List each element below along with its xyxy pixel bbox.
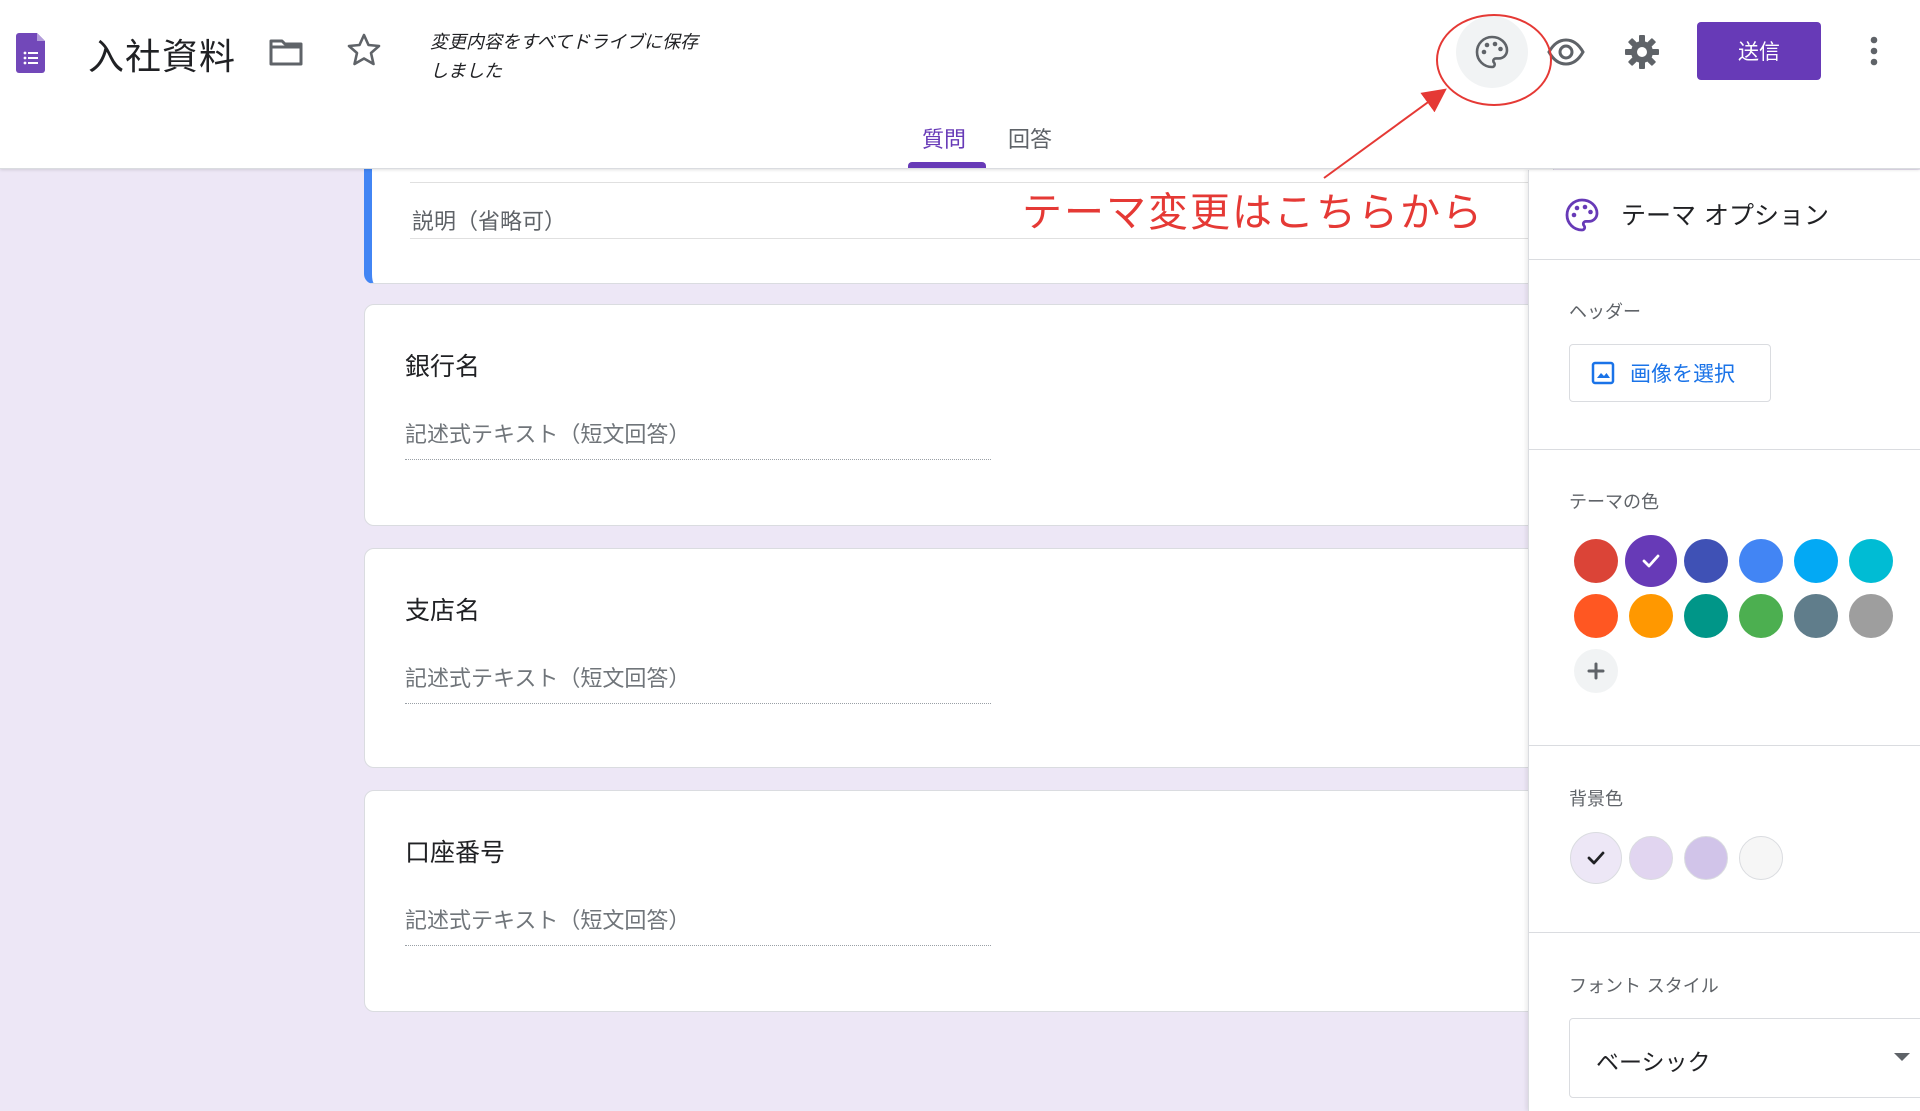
more-vert-icon [1870,36,1878,66]
background-color-swatch[interactable] [1739,836,1783,880]
short-answer-placeholder: 記述式テキスト（短文回答） [405,903,991,946]
section-divider [1529,745,1920,746]
tab-questions[interactable]: 質問 [922,122,966,154]
theme-color-swatch[interactable] [1739,594,1783,638]
font-style-select[interactable]: ベーシック [1569,1018,1920,1098]
background-color-label: 背景色 [1569,789,1623,810]
font-style-label: フォント スタイル [1569,976,1719,997]
add-custom-color-button[interactable] [1574,649,1618,693]
active-tab-indicator [908,162,986,168]
form-description-field[interactable]: 説明（省略可） [412,204,566,236]
section-divider [1529,449,1920,450]
theme-color-swatch[interactable] [1739,539,1783,583]
star-icon[interactable] [344,30,384,70]
check-icon [1587,851,1605,865]
select-image-label: 画像を選択 [1630,362,1735,386]
forms-logo-icon[interactable] [16,33,48,73]
section-divider [1529,932,1920,933]
send-button[interactable]: 送信 [1697,22,1821,80]
theme-color-swatch[interactable] [1684,594,1728,638]
dropdown-arrow-icon [1894,1053,1910,1061]
folder-icon[interactable] [266,32,306,72]
background-color-swatch[interactable] [1629,836,1673,880]
theme-color-swatch[interactable] [1625,535,1677,587]
panel-title: テーマ オプション [1621,201,1829,230]
question-card[interactable]: 銀行名 記述式テキスト（短文回答） [364,304,1554,526]
short-answer-placeholder: 記述式テキスト（短文回答） [405,661,991,704]
short-answer-placeholder: 記述式テキスト（短文回答） [405,417,991,460]
question-title[interactable]: 口座番号 [405,833,505,869]
theme-color-swatch[interactable] [1574,539,1618,583]
top-bar: 入社資料 変更内容をすべてドライブに保存しました 送信 質問 回答 [0,0,1920,169]
theme-color-swatch[interactable] [1849,594,1893,638]
theme-color-swatch[interactable] [1794,539,1838,583]
question-title[interactable]: 支店名 [405,591,480,627]
image-icon [1591,361,1615,385]
settings-button[interactable] [1606,16,1678,88]
more-options-button[interactable] [1852,22,1896,80]
theme-color-swatch[interactable] [1684,539,1728,583]
plus-icon [1587,662,1605,680]
question-card[interactable]: 支店名 記述式テキスト（短文回答） [364,548,1554,768]
background-color-swatch[interactable] [1570,832,1622,884]
gear-icon [1625,35,1659,69]
background-color-swatch[interactable] [1684,836,1728,880]
theme-options-panel: テーマ オプション ヘッダー 画像を選択 テーマの色 背景色 フォント スタイル… [1528,170,1920,1111]
theme-color-label: テーマの色 [1569,492,1659,513]
select-image-button[interactable]: 画像を選択 [1569,344,1771,402]
annotation-text: テーマ変更はこちらから [1022,190,1484,236]
palette-icon [1565,198,1599,232]
header-section-label: ヘッダー [1569,302,1641,323]
theme-color-swatch[interactable] [1574,594,1618,638]
theme-color-swatch[interactable] [1849,539,1893,583]
eye-icon [1547,38,1585,66]
question-card[interactable]: 口座番号 記述式テキスト（短文回答） [364,790,1554,1012]
annotation-highlight-circle [1436,14,1552,106]
document-title[interactable]: 入社資料 [88,28,236,80]
tab-responses[interactable]: 回答 [1008,122,1052,154]
question-title[interactable]: 銀行名 [405,347,480,383]
font-style-value: ベーシック [1596,1050,1711,1076]
divider [410,238,1553,239]
panel-header: テーマ オプション [1529,170,1920,260]
theme-color-swatch[interactable] [1629,594,1673,638]
theme-color-swatch[interactable] [1794,594,1838,638]
check-icon [1642,554,1660,568]
save-status: 変更内容をすべてドライブに保存しました [430,32,699,82]
